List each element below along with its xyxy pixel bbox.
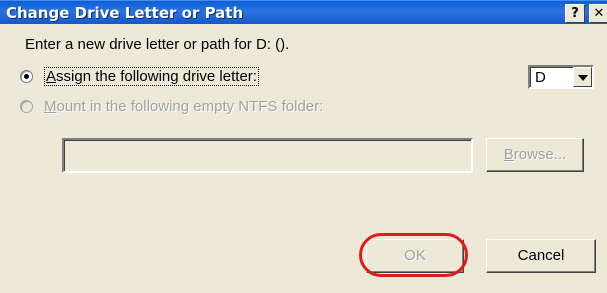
mount-label-text: ount in the following empty NTFS folder:	[56, 98, 324, 115]
assign-label-text: ssign the following drive letter:	[56, 68, 257, 85]
window-title: Change Drive Letter or Path	[6, 4, 244, 22]
help-button[interactable]: ?	[565, 4, 585, 23]
title-bar: Change Drive Letter or Path ? ✕	[0, 0, 607, 24]
assign-mnemonic: A	[46, 68, 57, 85]
prompt-label: Enter a new drive letter or path for D: …	[25, 36, 290, 53]
drive-letter-value: D	[535, 69, 546, 86]
red-highlight-circle	[359, 233, 468, 277]
folder-path-field[interactable]	[62, 138, 473, 173]
assign-label: Assign the following drive letter:	[44, 67, 259, 86]
browse-button[interactable]: Browse...	[486, 138, 584, 172]
assign-drive-letter-option[interactable]: Assign the following drive letter:	[20, 67, 259, 86]
browse-mnemonic: B	[503, 146, 514, 163]
mount-folder-option[interactable]: Mount in the following empty NTFS folder…	[20, 98, 323, 115]
chevron-down-icon[interactable]	[573, 67, 592, 87]
mount-radio[interactable]	[20, 100, 33, 113]
close-icon: ✕	[593, 6, 605, 21]
assign-radio[interactable]	[20, 70, 33, 83]
drive-letter-select[interactable]: D	[528, 65, 594, 89]
close-button[interactable]: ✕	[589, 4, 607, 23]
cancel-button[interactable]: Cancel	[486, 239, 596, 273]
browse-label: rowse...	[513, 146, 567, 163]
mount-mnemonic: M	[44, 98, 57, 115]
mount-label: Mount in the following empty NTFS folder…	[44, 98, 323, 115]
